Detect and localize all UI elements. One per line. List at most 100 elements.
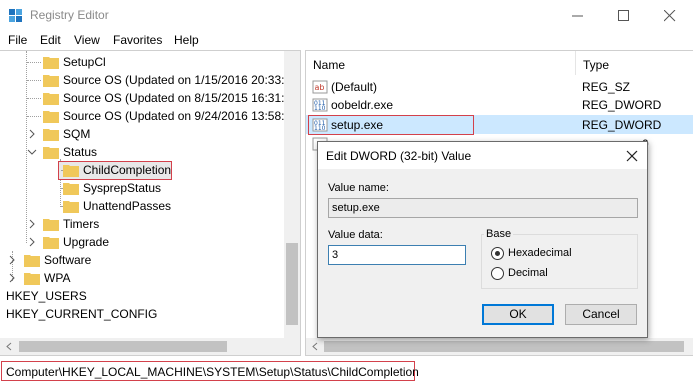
- column-header-type[interactable]: Type: [576, 51, 693, 75]
- chevron-right-icon[interactable]: [27, 219, 37, 229]
- hexadecimal-radio[interactable]: [491, 247, 504, 260]
- tree-item-label: Source OS (Updated on 9/24/2016 13:58:02: [63, 109, 298, 123]
- column-header-name[interactable]: Name: [306, 51, 576, 75]
- tree-item-label: ChildCompletion: [83, 163, 172, 177]
- tree-item-label: SetupCl: [63, 55, 106, 69]
- value-type: REG_SZ: [582, 80, 631, 94]
- folder-open-icon: [43, 147, 59, 159]
- tree-item-label: HKEY_CURRENT_CONFIG: [6, 307, 158, 321]
- tree-item-label: SQM: [63, 127, 91, 141]
- folder-icon: [63, 201, 79, 213]
- status-path: Computer\HKEY_LOCAL_MACHINE\SYSTEM\Setup…: [6, 365, 419, 379]
- tree-item-selected[interactable]: ChildCompletion: [0, 161, 285, 179]
- value-row-selected[interactable]: 011 110 setup.exe REG_DWORD: [306, 116, 693, 134]
- menu-favorites[interactable]: Favorites: [113, 33, 162, 47]
- value-type: REG_DWORD: [582, 118, 662, 132]
- base-group-title: Base: [484, 228, 514, 240]
- tree-item[interactable]: WPA: [0, 269, 285, 287]
- list-horizontal-scrollbar[interactable]: [306, 338, 693, 355]
- minimize-icon: [572, 15, 583, 17]
- hexadecimal-label: Hexadecimal: [508, 247, 572, 259]
- value-data-input[interactable]: 3: [328, 245, 466, 265]
- scrollbar-thumb[interactable]: [19, 341, 227, 352]
- value-name: setup.exe: [331, 118, 384, 132]
- cancel-button[interactable]: Cancel: [565, 304, 637, 325]
- status-bar: Computer\HKEY_LOCAL_MACHINE\SYSTEM\Setup…: [0, 358, 693, 383]
- tree-item-label: Source OS (Updated on 8/15/2015 16:31:09: [63, 91, 298, 105]
- tree-item[interactable]: Upgrade: [0, 233, 285, 251]
- folder-icon: [43, 57, 59, 69]
- decimal-label: Decimal: [508, 267, 548, 279]
- tree-item-label: WPA: [44, 271, 71, 285]
- status-path-highlight: Computer\HKEY_LOCAL_MACHINE\SYSTEM\Setup…: [1, 361, 419, 381]
- tree-vertical-scrollbar[interactable]: [284, 51, 300, 340]
- tree-item-label: Upgrade: [63, 235, 110, 249]
- scrollbar-thumb[interactable]: [286, 243, 298, 325]
- tree-item-label: Software: [44, 253, 92, 267]
- folder-icon: [43, 111, 59, 123]
- minimize-button[interactable]: [555, 0, 601, 32]
- tree-item-label: Source OS (Updated on 1/15/2016 20:33:58: [63, 73, 298, 87]
- scroll-left-arrow-icon[interactable]: [311, 342, 319, 351]
- chevron-right-icon[interactable]: [7, 273, 17, 283]
- tree-item-label: Status: [63, 145, 98, 159]
- ok-button[interactable]: OK: [482, 304, 554, 325]
- tree-item[interactable]: HKEY_USERS: [0, 287, 285, 305]
- value-data-label: Value data:: [328, 229, 383, 241]
- maximize-button[interactable]: [601, 0, 647, 32]
- tree-item[interactable]: SysprepStatus: [0, 179, 285, 197]
- value-type: REG_DWORD: [582, 98, 662, 112]
- menu-help[interactable]: Help: [174, 33, 199, 47]
- close-button[interactable]: [647, 0, 693, 32]
- tree-item[interactable]: Source OS (Updated on 9/24/2016 13:58:02: [0, 107, 298, 125]
- tree-item[interactable]: Timers: [0, 215, 285, 233]
- registry-editor-icon: [8, 8, 24, 24]
- column-header-label: Name: [313, 58, 346, 72]
- folder-icon: [24, 255, 40, 267]
- menu-file[interactable]: File: [8, 33, 27, 47]
- base-groupbox: [481, 234, 638, 289]
- edit-dword-dialog: Edit DWORD (32-bit) Value Value name: se…: [317, 141, 648, 338]
- folder-icon: [43, 237, 59, 249]
- value-name: oobeldr.exe: [331, 98, 394, 112]
- chevron-right-icon[interactable]: [27, 237, 37, 247]
- tree-item[interactable]: HKEY_CURRENT_CONFIG: [0, 305, 285, 323]
- value-row[interactable]: ab (Default) REG_SZ: [306, 78, 693, 96]
- value-name-label: Value name:: [328, 182, 389, 194]
- decimal-radio[interactable]: [491, 267, 504, 280]
- scrollbar-thumb[interactable]: [324, 341, 684, 352]
- binary-value-icon: 011 110: [312, 98, 328, 112]
- title-bar: Registry Editor: [0, 0, 693, 32]
- tree-item[interactable]: UnattendPasses: [0, 197, 285, 215]
- svg-text:110: 110: [314, 125, 326, 132]
- scroll-left-arrow-icon[interactable]: [5, 342, 13, 351]
- dialog-title: Edit DWORD (32-bit) Value: [326, 149, 472, 163]
- dialog-title-bar: Edit DWORD (32-bit) Value: [318, 142, 647, 169]
- menu-bar: File Edit View Favorites Help: [0, 32, 693, 50]
- menu-edit[interactable]: Edit: [40, 33, 61, 47]
- value-name: (Default): [331, 80, 378, 94]
- registry-tree[interactable]: SetupCl Source OS (Updated on 1/15/2016 …: [0, 50, 301, 356]
- folder-icon: [24, 273, 40, 285]
- tree-item[interactable]: Source OS (Updated on 8/15/2015 16:31:09: [0, 89, 298, 107]
- tree-horizontal-scrollbar[interactable]: [0, 338, 300, 355]
- value-name-field: setup.exe: [328, 198, 638, 218]
- tree-item[interactable]: Software: [0, 251, 285, 269]
- folder-icon: [43, 129, 59, 141]
- tree-item-label: SysprepStatus: [83, 181, 162, 195]
- tree-item[interactable]: SQM: [0, 125, 285, 143]
- tree-item[interactable]: Source OS (Updated on 1/15/2016 20:33:58: [0, 71, 298, 89]
- chevron-down-icon[interactable]: [27, 147, 37, 157]
- menu-view[interactable]: View: [74, 33, 100, 47]
- tree-item[interactable]: Status: [0, 143, 285, 161]
- close-icon: [664, 10, 676, 22]
- folder-icon: [43, 93, 59, 105]
- tree-item[interactable]: SetupCl: [0, 53, 285, 71]
- value-row[interactable]: 011 110 oobeldr.exe REG_DWORD: [306, 96, 693, 114]
- folder-icon: [63, 183, 79, 195]
- folder-icon: [43, 75, 59, 87]
- folder-icon: [63, 165, 79, 177]
- chevron-right-icon[interactable]: [27, 129, 37, 139]
- chevron-right-icon[interactable]: [7, 255, 17, 265]
- close-icon[interactable]: [625, 149, 639, 163]
